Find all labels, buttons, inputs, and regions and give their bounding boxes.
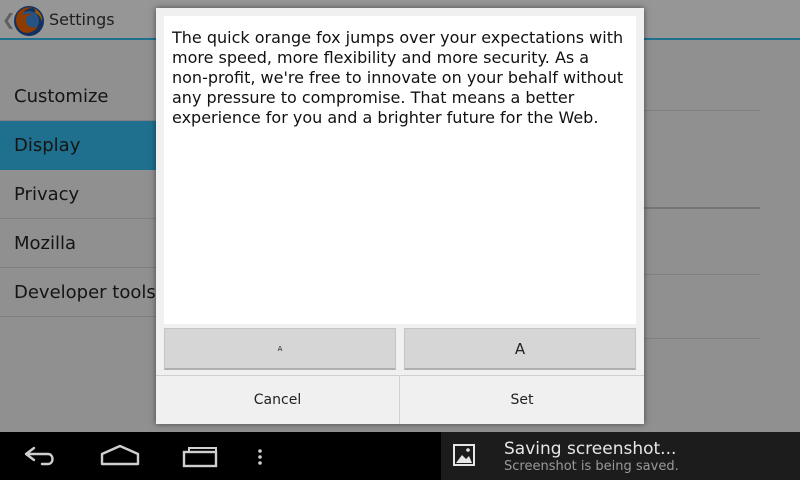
- notification-subtitle: Screenshot is being saved.: [504, 459, 679, 474]
- preview-text: The quick orange fox jumps over your exp…: [172, 28, 624, 127]
- back-icon[interactable]: [20, 440, 60, 472]
- dialog-actions: Cancel Set: [156, 375, 644, 424]
- text-preview: The quick orange fox jumps over your exp…: [164, 16, 636, 324]
- screenshot-notification[interactable]: Saving screenshot... Screenshot is being…: [441, 432, 800, 480]
- decrease-text-size-button[interactable]: A: [164, 328, 396, 370]
- set-button[interactable]: Set: [400, 376, 644, 424]
- increase-text-size-button[interactable]: A: [404, 328, 636, 370]
- cancel-button[interactable]: Cancel: [156, 376, 400, 424]
- text-size-dialog: The quick orange fox jumps over your exp…: [156, 8, 644, 424]
- menu-icon[interactable]: [254, 440, 266, 472]
- system-bar: Saving screenshot... Screenshot is being…: [0, 432, 800, 480]
- home-icon[interactable]: [98, 440, 142, 472]
- notification-title: Saving screenshot...: [504, 439, 677, 459]
- image-icon: [453, 444, 475, 466]
- recent-apps-icon[interactable]: [180, 440, 220, 472]
